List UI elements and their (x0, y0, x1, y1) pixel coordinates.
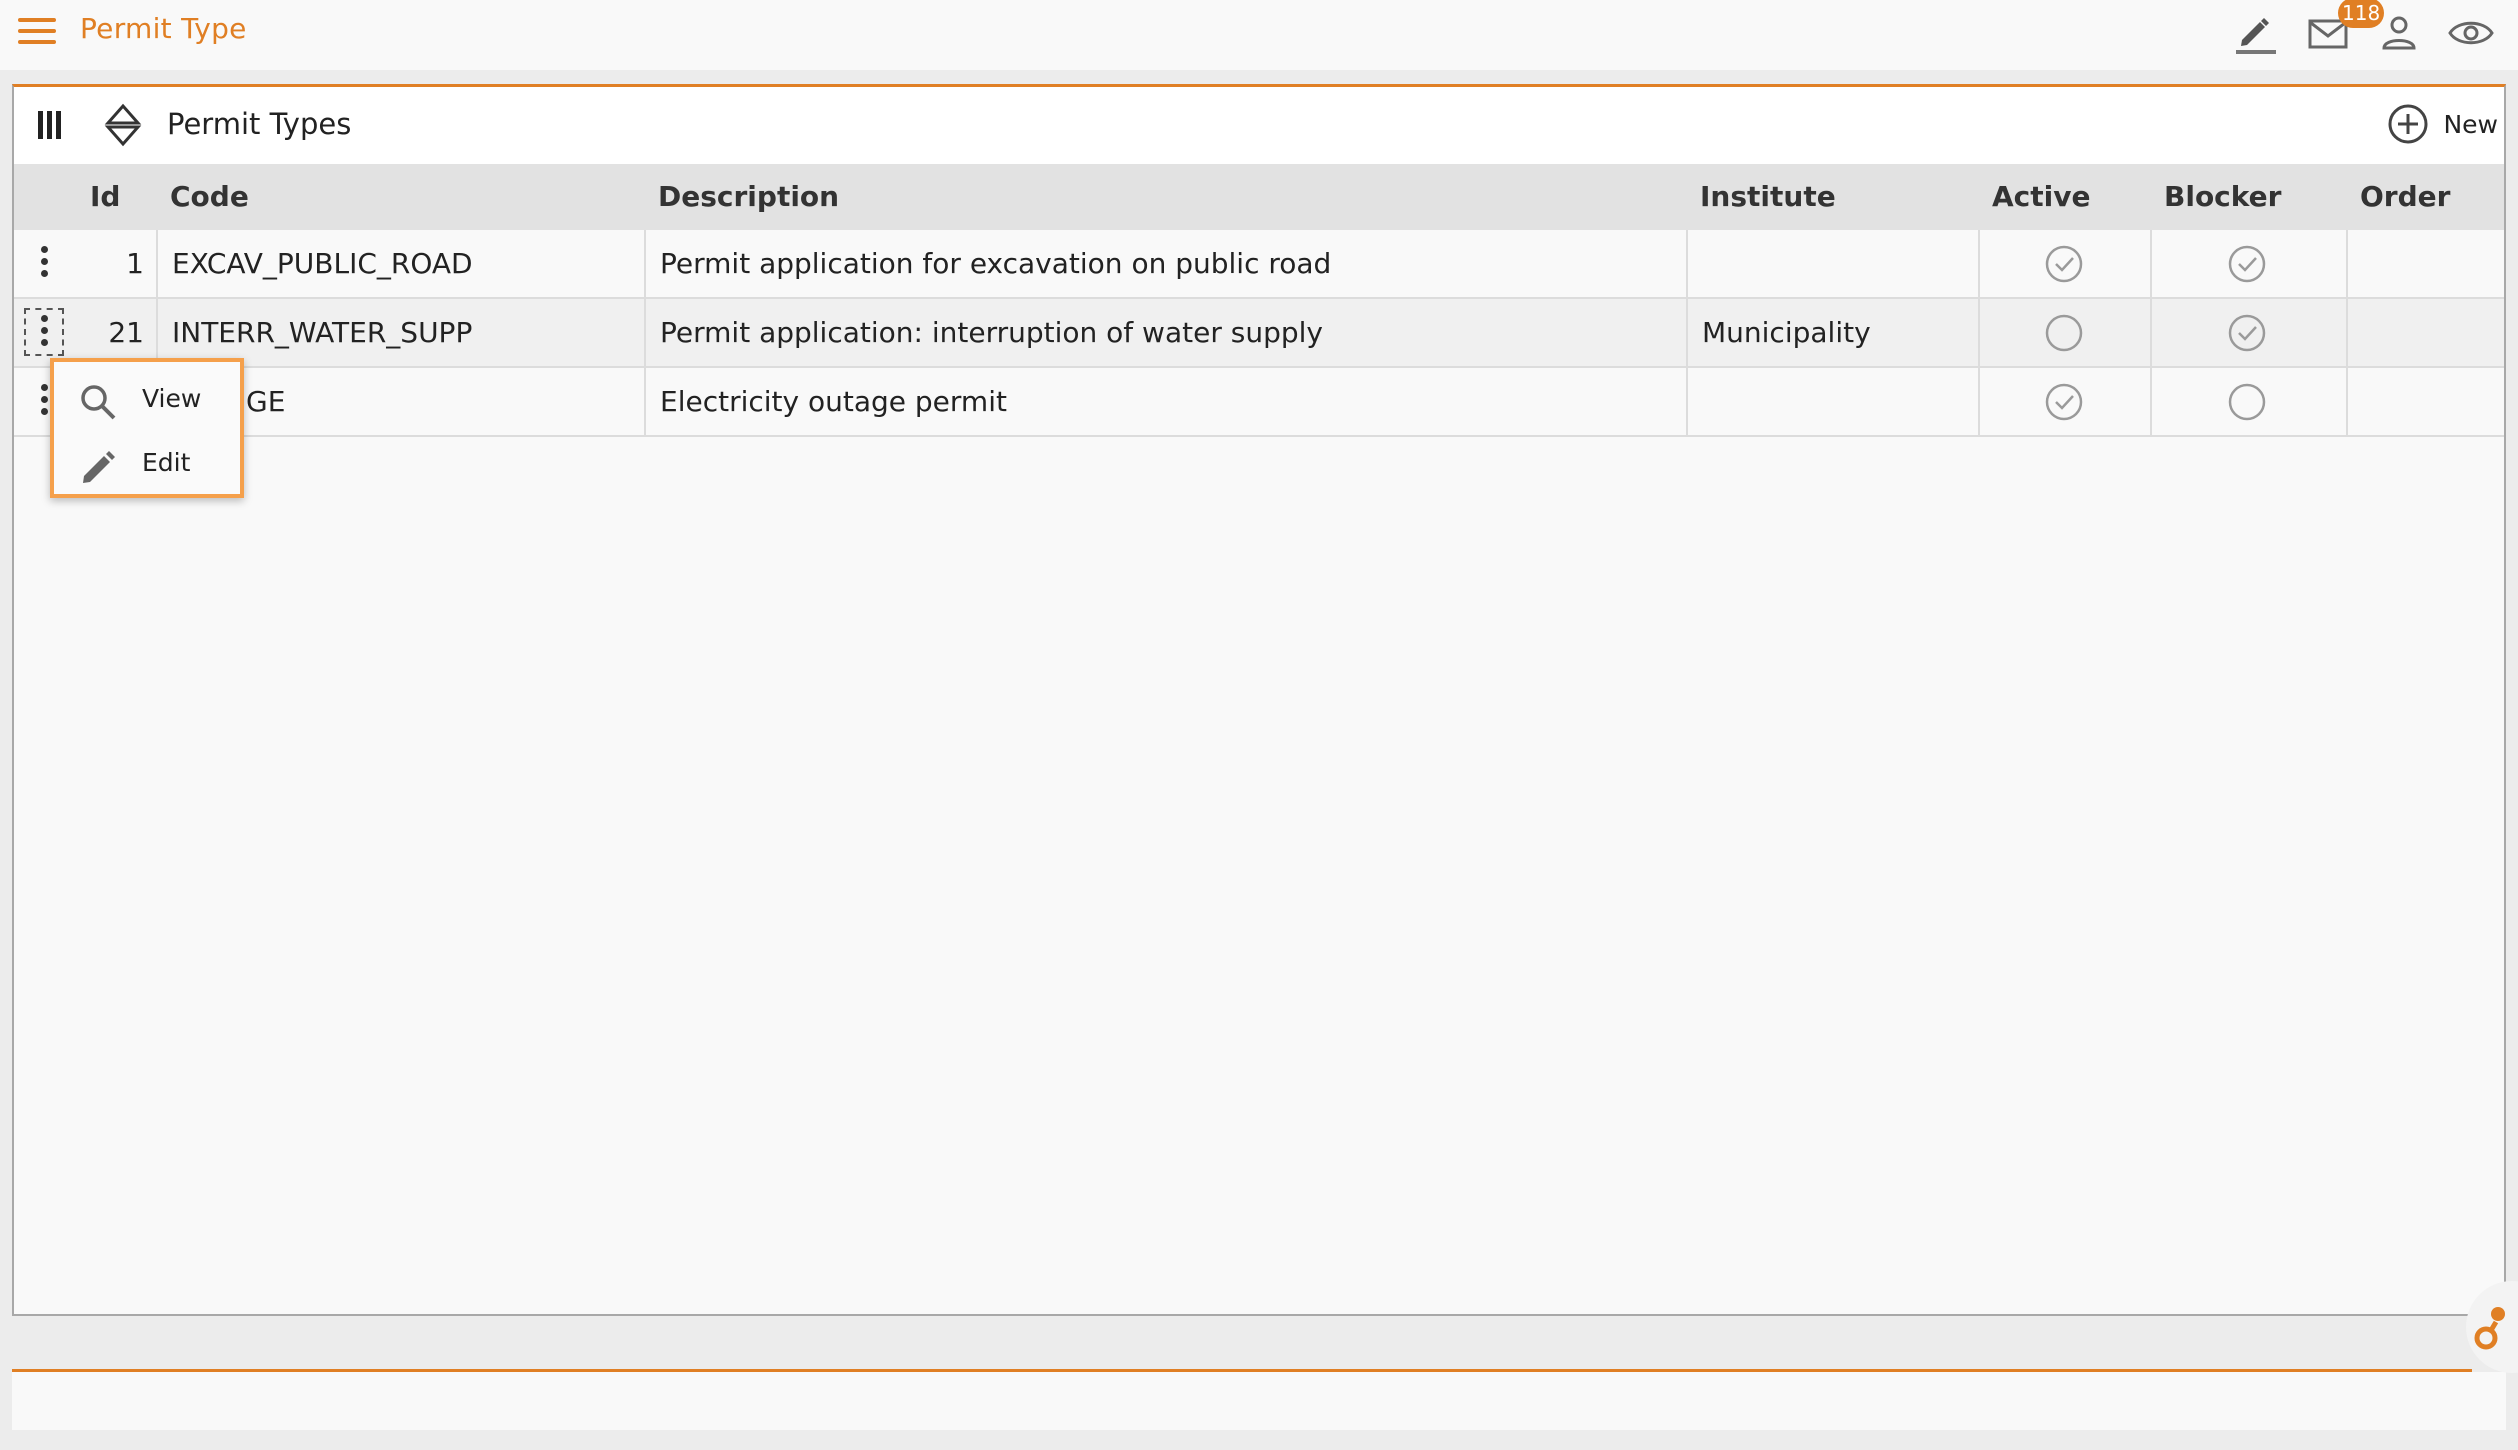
cell-description: Electricity outage permit (660, 385, 1007, 418)
blocker-check-icon (2228, 245, 2266, 283)
cell-order (2362, 230, 2482, 297)
column-header-id[interactable]: Id (90, 180, 120, 213)
cell-id: 21 (108, 316, 144, 349)
cell-code: EXCAV_PUBLIC_ROAD (172, 247, 473, 280)
column-header-institute[interactable]: Institute (1700, 180, 1836, 213)
cell-description: Permit application for excavation on pub… (660, 247, 1332, 280)
column-header-blocker[interactable]: Blocker (2164, 180, 2281, 213)
cell-code: INTERR_WATER_SUPP (172, 316, 473, 349)
cell-description: Permit application: interruption of wate… (660, 316, 1323, 349)
context-menu-view[interactable]: View (54, 370, 240, 430)
column-header-code[interactable]: Code (170, 180, 249, 213)
cell-institute (1702, 368, 1972, 435)
table-header: Id Code Description Institute Active Blo… (14, 164, 2504, 230)
active-unchecked-icon (2045, 314, 2083, 352)
cell-code: GE (246, 385, 286, 418)
table-row[interactable]: 1 EXCAV_PUBLIC_ROAD Permit application f… (14, 230, 2504, 299)
blocker-unchecked-icon (2228, 383, 2266, 421)
cell-institute: Municipality (1702, 316, 1871, 349)
search-icon (81, 385, 116, 420)
context-menu-edit[interactable]: Edit (54, 434, 240, 494)
active-check-icon (2045, 383, 2083, 421)
cell-order (2362, 368, 2482, 435)
row-actions-icon[interactable] (28, 243, 60, 283)
new-button-label: New (2443, 109, 2498, 139)
table-row[interactable]: GE Electricity outage permit (14, 368, 2504, 437)
blocker-check-icon (2228, 314, 2266, 352)
add-circle-icon (2388, 104, 2428, 144)
cell-order (2362, 299, 2482, 366)
eye-icon[interactable] (2448, 10, 2494, 56)
sort-icon[interactable] (102, 103, 144, 147)
cell-institute (1702, 230, 1972, 297)
pencil-icon (83, 451, 115, 483)
page-title: Permit Type (80, 12, 247, 45)
permit-types-panel: Permit Types New Id Code Description Ins… (12, 84, 2506, 1316)
column-header-description[interactable]: Description (658, 180, 839, 213)
active-check-icon (2045, 245, 2083, 283)
column-header-active[interactable]: Active (1992, 180, 2091, 213)
table-row[interactable]: 21 INTERR_WATER_SUPP Permit application:… (14, 299, 2504, 368)
top-bar: Permit Type 118 (0, 0, 2518, 70)
column-header-order[interactable]: Order (2360, 180, 2450, 213)
row-context-menu: View Edit (50, 358, 244, 498)
new-button[interactable]: New (2387, 99, 2498, 149)
footer-bar (12, 1372, 2506, 1430)
menu-icon[interactable] (18, 18, 56, 46)
assistant-logo-icon[interactable] (2452, 1272, 2518, 1382)
panel-toolbar: Permit Types New (14, 87, 2504, 164)
context-menu-view-label: View (142, 384, 202, 413)
panel-title: Permit Types (167, 107, 352, 141)
row-actions-icon[interactable] (24, 308, 64, 356)
edit-icon[interactable] (2232, 10, 2278, 56)
columns-icon[interactable] (36, 107, 64, 143)
cell-id: 1 (126, 247, 144, 280)
context-menu-edit-label: Edit (142, 448, 191, 477)
user-icon[interactable] (2376, 10, 2422, 56)
